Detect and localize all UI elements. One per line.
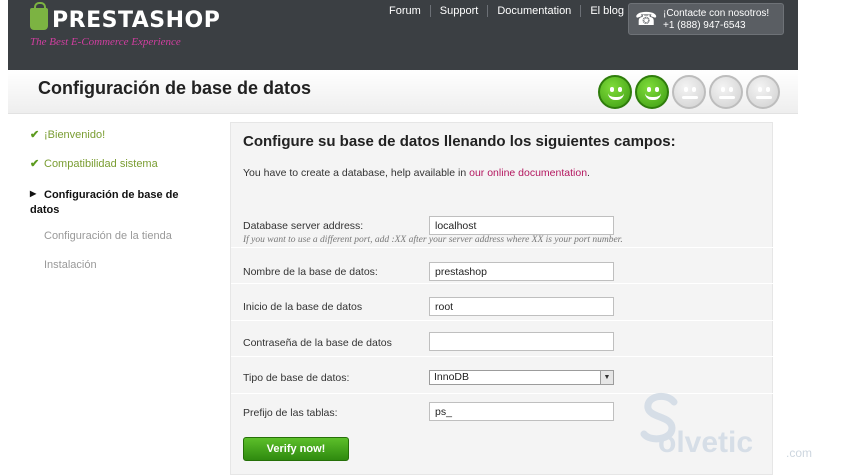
- smiley-pending-icon: [672, 75, 706, 109]
- steps-sidebar: ✔ ¡Bienvenido! ✔ Compatibilidad sistema ▶ C…: [8, 114, 228, 475]
- step-installation: Instalación: [44, 259, 97, 271]
- top-nav: Forum Support Documentation El blog: [380, 5, 633, 17]
- smiley-done-icon: [598, 75, 632, 109]
- password-input[interactable]: [429, 332, 614, 351]
- step-welcome[interactable]: ✔ ¡Bienvenido!: [30, 128, 105, 141]
- nav-support[interactable]: Support: [429, 5, 488, 17]
- password-label: Contraseña de la base de datos: [243, 337, 392, 349]
- smiley-pending-icon: [709, 75, 743, 109]
- nav-forum[interactable]: Forum: [380, 5, 430, 17]
- contact-phone: +1 (888) 947-6543: [663, 20, 746, 31]
- nav-blog[interactable]: El blog: [580, 5, 633, 17]
- step-store-config: Configuración de la tienda: [44, 230, 172, 242]
- server-input[interactable]: localhost: [429, 216, 614, 235]
- divider: [231, 247, 774, 248]
- step-compatibility[interactable]: ✔ Compatibilidad sistema: [30, 157, 158, 170]
- dbname-input[interactable]: prestashop: [429, 262, 614, 281]
- nav-documentation[interactable]: Documentation: [487, 5, 580, 17]
- contact-button[interactable]: ☎ ¡Contacte con nosotros! +1 (888) 947-6…: [628, 3, 784, 35]
- form-heading: Configure su base de datos llenando los …: [243, 133, 676, 150]
- verify-now-button[interactable]: Verify now!: [243, 437, 349, 461]
- documentation-link[interactable]: our online documentation: [469, 167, 587, 179]
- checkmark-icon: ✔: [30, 158, 40, 170]
- form-intro: You have to create a database, help avai…: [243, 167, 590, 179]
- triangle-right-icon: ▶: [30, 189, 37, 198]
- checkmark-icon: ✔: [30, 129, 40, 141]
- installer-page: PRESTASHOP The Best E-Commerce Experienc…: [0, 0, 843, 475]
- contact-label: ¡Contacte con nosotros!: [663, 8, 770, 19]
- server-hint: If you want to use a different port, add…: [243, 235, 623, 245]
- divider: [231, 320, 774, 321]
- watermark-text: olvetic: [658, 426, 754, 459]
- dbname-label: Nombre de la base de datos:: [243, 266, 378, 278]
- server-label: Database server address:: [243, 220, 364, 232]
- progress-indicator: [598, 75, 783, 109]
- page-title: Configuración de base de datos: [38, 78, 312, 98]
- login-input[interactable]: root: [429, 297, 614, 316]
- smiley-pending-icon: [746, 75, 780, 109]
- engine-select[interactable]: InnoDB ▼: [429, 370, 614, 385]
- prefix-label: Prefijo de las tablas:: [243, 407, 338, 419]
- step-database-config: ▶ Configuración de base de datos: [30, 186, 200, 218]
- database-form-panel: Configure su base de datos llenando los …: [230, 122, 774, 475]
- prefix-input[interactable]: ps_: [429, 402, 614, 421]
- divider: [231, 356, 774, 357]
- phone-icon: ☎: [635, 9, 658, 29]
- divider: [231, 283, 774, 284]
- watermark-suffix: .com: [786, 446, 813, 460]
- login-label: Inicio de la base de datos: [243, 301, 363, 313]
- shopping-bag-icon: [30, 2, 48, 30]
- top-header: PRESTASHOP The Best E-Commerce Experienc…: [8, 0, 798, 70]
- divider: [231, 393, 774, 394]
- chevron-down-icon[interactable]: ▼: [600, 371, 613, 384]
- logo-tagline: The Best E-Commerce Experience: [30, 36, 181, 48]
- title-bar: Configuración de base de datos: [8, 70, 798, 114]
- smiley-done-icon: [635, 75, 669, 109]
- engine-label: Tipo de base de datos:: [243, 372, 350, 384]
- logo[interactable]: PRESTASHOP: [52, 8, 220, 33]
